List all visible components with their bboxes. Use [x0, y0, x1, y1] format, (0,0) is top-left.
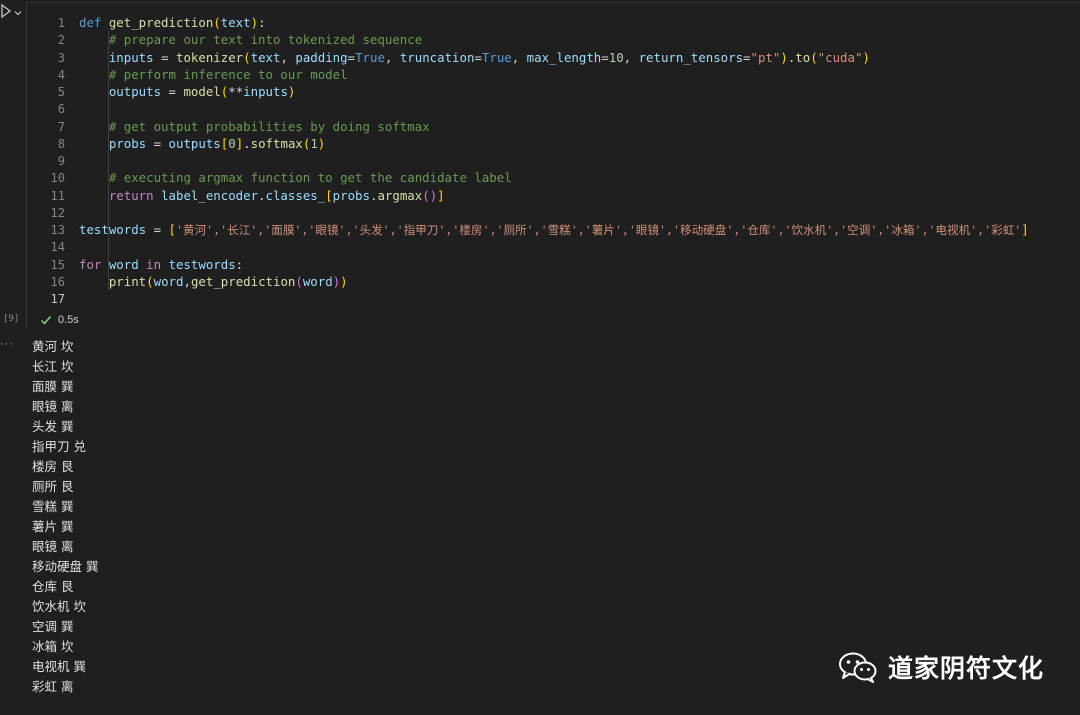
output-line: 雪糕 巽: [32, 499, 74, 514]
line-number: 4: [57, 67, 65, 82]
code-line: 14: [27, 238, 1080, 255]
execution-count: [9]: [3, 314, 20, 324]
cell-output: 黄河 坎 长江 坎 面膜 巽 眼镜 离 头发 巽 指甲刀 兑 楼房 艮 厕所 艮…: [32, 337, 332, 697]
code-line: 9: [27, 152, 1080, 169]
play-icon: [1, 3, 12, 19]
line-number: 15: [50, 257, 65, 272]
line-number: 6: [57, 102, 65, 117]
line-number: 14: [50, 240, 65, 255]
output-line: 头发 巽: [32, 419, 74, 434]
code-line: 6: [27, 100, 1080, 117]
line-number: 11: [50, 188, 65, 203]
output-line: 眼镜 离: [32, 539, 74, 554]
line-number: 7: [57, 119, 65, 134]
chevron-down-icon: [14, 11, 22, 16]
code-line: 12: [27, 204, 1080, 221]
line-number: 13: [50, 223, 65, 237]
watermark: 道家阴符文化: [838, 650, 1044, 684]
output-line: 楼房 艮: [32, 459, 74, 474]
code-line: 15 for word in testwords:: [27, 256, 1080, 273]
line-number: 12: [50, 205, 65, 220]
code-cell[interactable]: 1 def get_prediction(text): 2 # prepare o…: [26, 2, 1080, 328]
output-line: 彩虹 离: [32, 679, 74, 694]
output-line: 指甲刀 兑: [32, 439, 86, 454]
code-line: 3 inputs = tokenizer(text, padding=True,…: [27, 49, 1080, 66]
run-cell-button[interactable]: [0, 2, 12, 20]
code-line: 2 # prepare our text into tokenized sequ…: [27, 31, 1080, 48]
line-number: 17: [50, 292, 65, 306]
output-line: 眼镜 离: [32, 399, 74, 414]
code-line: 16 print(word,get_prediction(word)): [27, 273, 1080, 290]
output-line: 长江 坎: [32, 359, 74, 374]
output-menu-button[interactable]: ···: [0, 338, 14, 350]
code-line: 10 # executing argmax function to get th…: [27, 169, 1080, 186]
output-line: 移动硬盘 巽: [32, 559, 99, 574]
cell-gutter: [9]: [0, 0, 26, 330]
line-number: 16: [50, 274, 65, 289]
wechat-icon: [839, 652, 877, 683]
output-line: 仓库 艮: [32, 579, 74, 594]
cell-status: 0.5s: [40, 313, 79, 327]
code-line: 7 # get output probabilities by doing so…: [27, 118, 1080, 135]
line-number: 3: [57, 50, 65, 65]
code-line: 8 probs = outputs[0].softmax(1): [27, 135, 1080, 152]
watermark-text: 道家阴符文化: [888, 654, 1045, 683]
output-line: 厕所 艮: [32, 479, 74, 494]
run-options-button[interactable]: [12, 4, 24, 16]
line-number: 5: [57, 85, 65, 99]
line-number: 1: [57, 16, 65, 30]
output-line: 饮水机 坎: [32, 599, 86, 614]
output-line: 电视机 巽: [32, 659, 86, 674]
line-number: 10: [50, 171, 65, 186]
code-line: 17: [27, 290, 1080, 307]
output-line: 薯片 巽: [32, 519, 74, 534]
check-icon: [40, 316, 52, 325]
code-line: 4 # perform inference to our model: [27, 66, 1080, 83]
code-line: 1 def get_prediction(text):: [27, 14, 1080, 31]
output-line: 面膜 巽: [32, 379, 74, 394]
line-number: 9: [57, 154, 65, 168]
notebook-view: [9] 1 def get_prediction(text): 2 # prepa…: [0, 0, 1080, 715]
output-line: 黄河 坎: [32, 339, 74, 354]
code-editor[interactable]: 1 def get_prediction(text): 2 # prepare o…: [27, 14, 1080, 307]
execution-time: 0.5s: [58, 314, 79, 326]
output-line: 空调 巽: [32, 619, 74, 634]
code-line: 11 return label_encoder.classes_[probs.a…: [27, 187, 1080, 204]
line-number: 2: [57, 33, 65, 48]
output-line: 冰箱 坎: [32, 639, 74, 654]
line-number: 8: [57, 136, 65, 151]
code-line: 13 testwords = ['黄河','长江','面膜','眼镜','头发',…: [27, 221, 1080, 238]
code-line: 5 outputs = model(**inputs): [27, 83, 1080, 100]
